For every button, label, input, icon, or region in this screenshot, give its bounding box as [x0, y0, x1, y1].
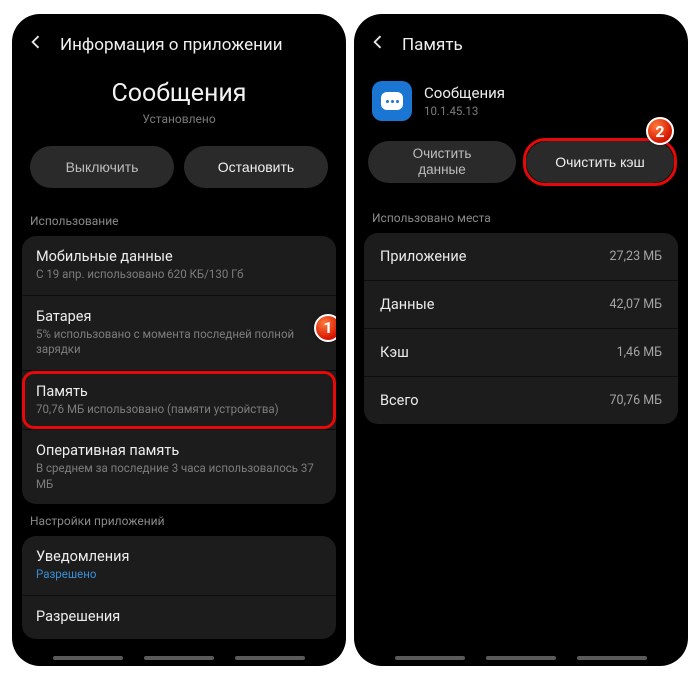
- item-title: Оперативная память: [36, 442, 322, 459]
- page-title: Информация о приложении: [60, 35, 283, 55]
- force-stop-button[interactable]: Остановить: [184, 146, 328, 188]
- usage-list: Мобильные данные С 19 апр. использовано …: [22, 236, 336, 504]
- item-ram[interactable]: Оперативная память В среднем за последни…: [22, 430, 336, 504]
- item-sub: В среднем за последние 3 часа использова…: [36, 461, 322, 492]
- row-val: 1,46 МБ: [617, 345, 662, 360]
- item-mobile-data[interactable]: Мобильные данные С 19 апр. использовано …: [22, 236, 336, 296]
- item-title: Память: [36, 383, 322, 400]
- step-badge-2: 2: [646, 117, 674, 145]
- row-val: 70,76 МБ: [610, 393, 662, 408]
- btn-label: Очистить данные: [413, 146, 472, 177]
- storage-table: Приложение 27,23 МБ Данные 42,07 МБ Кэш …: [364, 233, 678, 424]
- screen-storage: Память Сообщения 10.1.45.13 2 Очистить д…: [354, 14, 688, 666]
- clear-cache-button[interactable]: Очистить кэш: [526, 141, 674, 183]
- row-data: Данные 42,07 МБ: [364, 281, 678, 329]
- page-title: Память: [402, 35, 463, 55]
- nav-bar: [354, 656, 688, 660]
- item-title: Уведомления: [36, 548, 322, 565]
- row-key: Приложение: [380, 248, 466, 265]
- row-app: Приложение 27,23 МБ: [364, 233, 678, 281]
- item-storage[interactable]: Память 70,76 МБ использовано (памяти уст…: [22, 371, 336, 431]
- disable-button[interactable]: Выключить: [30, 146, 174, 188]
- nav-recent[interactable]: [395, 656, 465, 660]
- highlight-frame: [22, 371, 336, 430]
- step-badge-1: 1: [314, 314, 336, 342]
- section-app-settings: Настройки приложений: [12, 504, 346, 536]
- nav-home[interactable]: [486, 656, 556, 660]
- app-title-block: Сообщения Установлено: [12, 71, 346, 132]
- item-permissions[interactable]: Разрешения: [22, 596, 336, 639]
- item-notifications[interactable]: Уведомления Разрешено: [22, 536, 336, 596]
- install-status: Установлено: [12, 112, 346, 126]
- row-key: Данные: [380, 296, 434, 313]
- item-title: Мобильные данные: [36, 248, 322, 265]
- app-info-text: Сообщения 10.1.45.13: [424, 84, 505, 118]
- section-usage: Использование: [12, 204, 346, 236]
- app-settings-list: Уведомления Разрешено Разрешения: [22, 536, 336, 639]
- item-title: Разрешения: [36, 608, 322, 625]
- nav-back[interactable]: [577, 656, 647, 660]
- item-title: Батарея: [36, 308, 322, 325]
- back-icon[interactable]: [26, 32, 46, 57]
- row-val: 42,07 МБ: [610, 297, 662, 312]
- chat-bubble-icon: [381, 92, 403, 110]
- app-row: Сообщения 10.1.45.13: [354, 71, 688, 135]
- item-sub: 70,76 МБ использовано (памяти устройства…: [36, 402, 322, 418]
- nav-bar: [12, 656, 346, 660]
- nav-home[interactable]: [144, 656, 214, 660]
- item-sub: 5% использовано с момента последней полн…: [36, 327, 322, 358]
- app-version: 10.1.45.13: [424, 104, 505, 118]
- header: Память: [354, 26, 688, 71]
- row-key: Всего: [380, 392, 419, 409]
- messages-app-icon: [372, 81, 412, 121]
- section-used-space: Использовано места: [354, 201, 688, 233]
- nav-back[interactable]: [235, 656, 305, 660]
- item-sub: Разрешено: [36, 567, 322, 583]
- action-buttons: Выключить Остановить: [12, 132, 346, 204]
- nav-recent[interactable]: [53, 656, 123, 660]
- app-name: Сообщения: [12, 79, 346, 108]
- screen-app-info: Информация о приложении Сообщения Устано…: [12, 14, 346, 666]
- back-icon[interactable]: [368, 32, 388, 57]
- row-total: Всего 70,76 МБ: [364, 377, 678, 424]
- clear-data-button[interactable]: Очистить данные: [368, 141, 516, 183]
- row-val: 27,23 МБ: [610, 249, 662, 264]
- app-name: Сообщения: [424, 84, 505, 102]
- item-battery[interactable]: Батарея 5% использовано с момента послед…: [22, 296, 336, 371]
- row-cache: Кэш 1,46 МБ: [364, 329, 678, 377]
- header: Информация о приложении: [12, 26, 346, 71]
- row-key: Кэш: [380, 344, 409, 361]
- storage-buttons: Очистить данные Очистить кэш: [354, 135, 688, 201]
- item-sub: С 19 апр. использовано 620 КБ/130 Гб: [36, 267, 322, 283]
